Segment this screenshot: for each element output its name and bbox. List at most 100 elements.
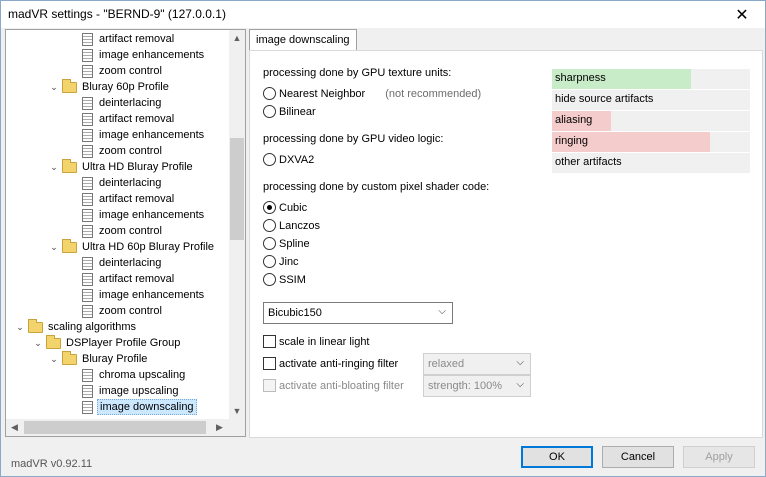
tree-node-label[interactable]: zoom control (97, 64, 164, 78)
tree-node-label[interactable]: artifact removal (97, 112, 176, 126)
radio-jinc[interactable]: Jinc (263, 255, 299, 268)
tree-page-node[interactable]: image enhancements (82, 287, 206, 303)
radio-nearest-neighbor[interactable]: Nearest Neighbor (not recommended) (263, 87, 481, 100)
tree-folder-node[interactable]: ⌄ DSPlayer Profile Group (32, 334, 182, 351)
scroll-down-icon[interactable]: ▼ (229, 403, 245, 420)
radio-cubic[interactable]: Cubic (263, 201, 307, 214)
tree-page-node[interactable]: chroma upscaling (82, 367, 187, 383)
radio-label: SSIM (279, 273, 306, 286)
tree-node-label[interactable]: Bluray 60p Profile (80, 80, 171, 94)
linear-light-option[interactable]: scale in linear light (263, 335, 370, 348)
tree-folder-node[interactable]: ⌄ Ultra HD Bluray Profile (48, 158, 195, 175)
vertical-scroll-thumb[interactable] (230, 138, 244, 240)
tree-node-label[interactable]: chroma upscaling (97, 368, 187, 382)
radio-bilinear-button[interactable] (263, 105, 276, 118)
metric-label: aliasing (555, 114, 593, 126)
anti-ringing-option[interactable]: activate anti-ringing filter (263, 357, 398, 370)
tree-node-label[interactable]: artifact removal (97, 272, 176, 286)
metric-bar: aliasing (552, 111, 750, 132)
anti-ringing-checkbox[interactable] (263, 357, 276, 370)
checkbox-label: activate anti-bloating filter (279, 379, 404, 392)
horizontal-scroll-thumb[interactable] (24, 421, 206, 434)
tree-vertical-scrollbar[interactable]: ▲ ▼ (229, 30, 245, 420)
tree-node-label[interactable]: deinterlacing (97, 96, 163, 110)
tree-folder-node[interactable]: ⌄ Ultra HD 60p Bluray Profile (48, 238, 216, 255)
collapse-icon[interactable]: ⌄ (14, 322, 26, 333)
page-icon (82, 192, 93, 206)
tree-node-label[interactable]: Ultra HD Bluray Profile (80, 160, 195, 174)
tree-node-label[interactable]: image enhancements (97, 48, 206, 62)
tree-folder-node[interactable]: ⌄ Bluray 60p Profile (48, 78, 171, 95)
tree-page-node[interactable]: image downscaling (82, 399, 197, 415)
radio-lanczos-button[interactable] (263, 219, 276, 232)
radio-ssim[interactable]: SSIM (263, 273, 306, 286)
tree-folder-node[interactable]: ⌄ Bluray Profile (48, 350, 149, 367)
folder-icon (62, 350, 77, 365)
settings-tree[interactable]: artifact removal image enhancements zoom c… (5, 29, 246, 437)
scroll-up-icon[interactable]: ▲ (229, 30, 245, 47)
collapse-icon[interactable]: ⌄ (48, 242, 60, 253)
tree-node-label[interactable]: image enhancements (97, 208, 206, 222)
tree-node-label[interactable]: deinterlacing (97, 256, 163, 270)
scroll-left-icon[interactable]: ◀ (6, 419, 23, 436)
collapse-icon[interactable]: ⌄ (48, 162, 60, 173)
not-recommended-note: (not recommended) (385, 87, 482, 100)
radio-lanczos[interactable]: Lanczos (263, 219, 320, 232)
radio-spline-button[interactable] (263, 237, 276, 250)
radio-label: Spline (279, 237, 310, 250)
tree-horizontal-scrollbar[interactable]: ◀ ▶ (6, 419, 245, 436)
tree-page-node[interactable]: artifact removal (82, 191, 176, 207)
scroll-right-icon[interactable]: ▶ (211, 419, 228, 436)
chevron-down-icon: ⌵ (516, 357, 524, 368)
tree-page-node[interactable]: deinterlacing (82, 95, 163, 111)
tree-page-node[interactable]: image enhancements (82, 127, 206, 143)
tree-page-node[interactable]: artifact removal (82, 271, 176, 287)
linear-light-checkbox[interactable] (263, 335, 276, 348)
version-label: madVR v0.92.11 (11, 458, 93, 470)
tree-page-node[interactable]: image enhancements (82, 47, 206, 63)
tree-node-label[interactable]: deinterlacing (97, 176, 163, 190)
collapse-icon[interactable]: ⌄ (48, 82, 60, 93)
tree-node-label[interactable]: image upscaling (97, 384, 181, 398)
tree-node-label[interactable]: scaling algorithms (46, 320, 138, 334)
tree-page-node[interactable]: deinterlacing (82, 175, 163, 191)
radio-bilinear[interactable]: Bilinear (263, 105, 316, 118)
tree-page-node[interactable]: zoom control (82, 143, 164, 159)
radio-cubic-button[interactable] (263, 201, 276, 214)
ok-button[interactable]: OK (521, 446, 593, 468)
radio-ssim-button[interactable] (263, 273, 276, 286)
tree-node-label[interactable]: Ultra HD 60p Bluray Profile (80, 240, 216, 254)
radio-jinc-button[interactable] (263, 255, 276, 268)
tree-node-label[interactable]: zoom control (97, 304, 164, 318)
metric-bar: other artifacts (552, 153, 750, 174)
tree-page-node[interactable]: zoom control (82, 223, 164, 239)
tree-node-label[interactable]: artifact removal (97, 32, 176, 46)
tree-folder-node[interactable]: ⌄ scaling algorithms (14, 318, 138, 335)
close-button[interactable]: ✕ (719, 1, 765, 28)
tree-node-label[interactable]: zoom control (97, 144, 164, 158)
radio-dxva2-button[interactable] (263, 153, 276, 166)
tree-page-node[interactable]: image upscaling (82, 383, 181, 399)
tree-node-label[interactable]: image enhancements (97, 128, 206, 142)
tree-node-label[interactable]: image enhancements (97, 288, 206, 302)
tree-node-label[interactable]: artifact removal (97, 192, 176, 206)
tree-node-label[interactable]: Bluray Profile (80, 352, 149, 366)
radio-spline[interactable]: Spline (263, 237, 310, 250)
tree-page-node[interactable]: deinterlacing (82, 255, 163, 271)
radio-nearest-neighbor-button[interactable] (263, 87, 276, 100)
algorithm-select[interactable]: Bicubic150 ⌵ (263, 302, 453, 324)
collapse-icon[interactable]: ⌄ (32, 338, 44, 349)
radio-dxva2[interactable]: DXVA2 (263, 153, 314, 166)
tree-node-label[interactable]: zoom control (97, 224, 164, 238)
tree-page-node[interactable]: artifact removal (82, 111, 176, 127)
tree-page-node[interactable]: zoom control (82, 303, 164, 319)
tree-page-node[interactable]: image enhancements (82, 207, 206, 223)
tree-node-label[interactable]: image downscaling (97, 399, 197, 415)
tree-page-node[interactable]: artifact removal (82, 31, 176, 47)
tree-page-node[interactable]: zoom control (82, 63, 164, 79)
cancel-button[interactable]: Cancel (602, 446, 674, 468)
tab-image-downscaling[interactable]: image downscaling (249, 29, 357, 51)
tree-node-label[interactable]: DSPlayer Profile Group (64, 336, 182, 350)
anti-ringing-strength-value: relaxed (428, 358, 465, 370)
collapse-icon[interactable]: ⌄ (48, 354, 60, 365)
